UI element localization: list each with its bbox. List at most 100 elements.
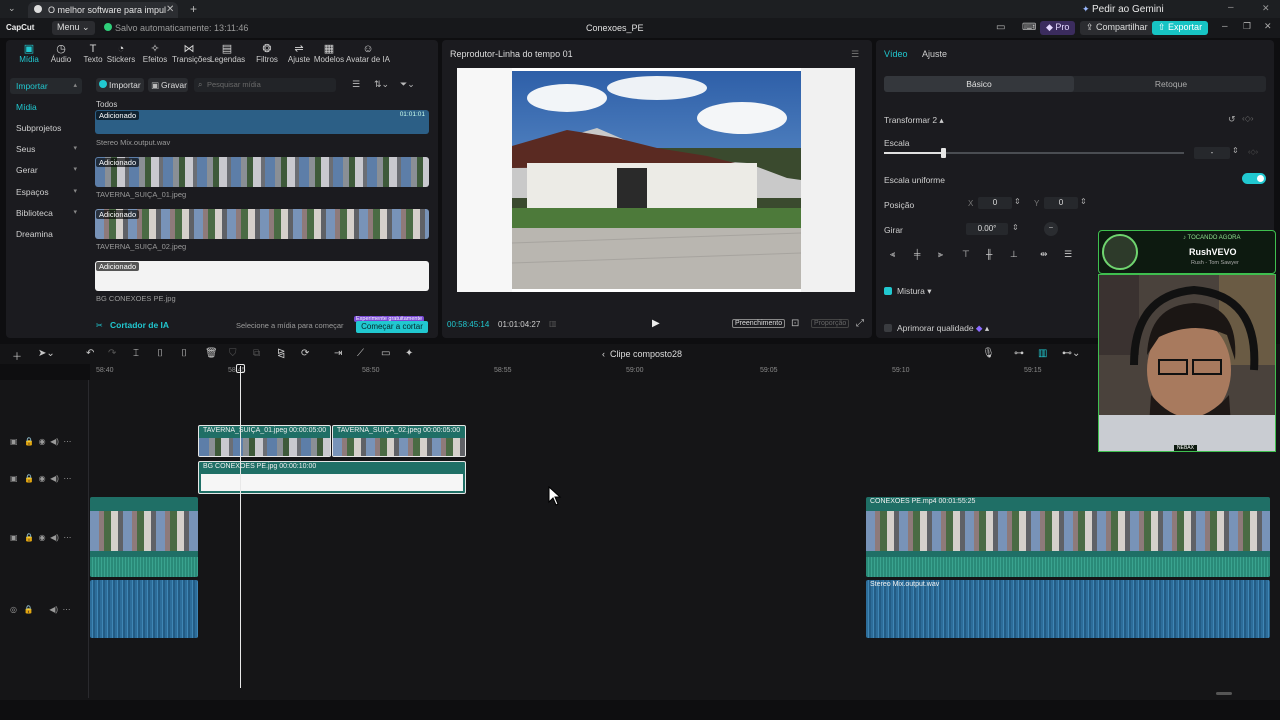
- compound-clip-breadcrumb[interactable]: ‹ Clipe composto28: [602, 349, 682, 359]
- pos-y-stepper-icon[interactable]: ⇕: [1080, 197, 1087, 206]
- volume-icon[interactable]: ◀): [50, 437, 59, 446]
- split-right-icon[interactable]: ⌷: [181, 348, 187, 359]
- mirror-icon[interactable]: ⧎: [277, 348, 285, 359]
- fill-button[interactable]: Preenchimento: [732, 319, 786, 328]
- sidebar-item-biblioteca[interactable]: Biblioteca ▾: [10, 205, 82, 221]
- toolbar-audio-button[interactable]: ◷ Áudio: [44, 43, 78, 64]
- toolbar-captions-button[interactable]: ▤ Legendas: [210, 43, 245, 64]
- distribute-h-icon[interactable]: ⇹: [1040, 249, 1048, 260]
- shield-icon[interactable]: ⛉: [229, 348, 237, 359]
- fullscreen-icon[interactable]: ⤢: [856, 318, 864, 329]
- scale-keyframe-icon[interactable]: ‹◇›: [1248, 148, 1258, 156]
- transform-header[interactable]: Transformar 2 ▴: [884, 115, 944, 126]
- sidebar-item-dreamina[interactable]: Dreamina: [10, 226, 82, 242]
- scale-stepper-icon[interactable]: ⇕: [1232, 146, 1239, 155]
- scale-slider-handle[interactable]: [941, 148, 946, 158]
- position-y-input[interactable]: 0: [1044, 197, 1078, 209]
- play-button[interactable]: ▶: [652, 318, 660, 329]
- delete-icon[interactable]: 🗑: [205, 348, 218, 359]
- pos-x-stepper-icon[interactable]: ⇕: [1014, 197, 1021, 206]
- ratio-button[interactable]: Proporção: [811, 319, 850, 328]
- sidebar-item-espaços[interactable]: Espaços ▾: [10, 184, 82, 200]
- lock-icon[interactable]: 🔒: [24, 533, 34, 542]
- eye-icon[interactable]: ◉: [39, 437, 46, 446]
- position-x-input[interactable]: 0: [978, 197, 1012, 209]
- app-close-icon[interactable]: ✕: [1264, 21, 1272, 32]
- align-top-icon[interactable]: ⊤: [962, 249, 970, 260]
- lock-icon[interactable]: 🔒: [24, 605, 34, 614]
- more-icon[interactable]: ⋯: [62, 605, 70, 614]
- enhance-header[interactable]: Aprimorar qualidade ◆ ▴: [897, 323, 989, 334]
- layout-icon[interactable]: ▭: [996, 22, 1005, 33]
- toolbar-ai-avatar-button[interactable]: ☺ Avatar de IA: [346, 43, 390, 64]
- export-button[interactable]: ⇧ Exportar: [1152, 21, 1209, 35]
- microphone-icon[interactable]: 🎙: [982, 348, 995, 359]
- close-tab-icon[interactable]: ✕: [166, 4, 174, 15]
- toolbar-templates-button[interactable]: ▦ Modelos: [312, 43, 346, 64]
- list-view-icon[interactable]: ☰: [352, 79, 360, 90]
- filter-icon[interactable]: ⏷⌄: [400, 79, 415, 90]
- share-button[interactable]: ⇪ Compartilhar: [1080, 21, 1154, 35]
- window-close-icon[interactable]: ✕: [1262, 3, 1270, 14]
- sidebar-item-gerar[interactable]: Gerar ▾: [10, 162, 82, 178]
- more-icon[interactable]: ⋯: [63, 437, 71, 446]
- link-icon[interactable]: ⊶: [1014, 348, 1024, 359]
- menu-button[interactable]: Menu ⌄: [52, 21, 95, 35]
- sidebar-item-subprojetos[interactable]: Subprojetos: [10, 120, 82, 136]
- timeline-clip-taverna-01[interactable]: TAVERNA_SUIÇA_01.jpeg 00:00:05:00: [198, 425, 331, 457]
- magic-icon[interactable]: ✦: [405, 348, 413, 359]
- rotate-dial[interactable]: –: [1044, 222, 1058, 236]
- more-icon[interactable]: ⋯: [63, 533, 71, 542]
- lock-icon[interactable]: 🔒: [24, 474, 34, 483]
- sidebar-item-mídia[interactable]: Mídia: [10, 99, 82, 115]
- magnet-icon[interactable]: ▥: [1038, 348, 1047, 359]
- eye-icon[interactable]: ◉: [39, 533, 46, 542]
- rotate-clip-icon[interactable]: ⟳: [301, 348, 309, 359]
- gemini-button[interactable]: Pedir ao Gemini: [1092, 4, 1164, 15]
- align-right-icon[interactable]: ⫸: [938, 249, 943, 260]
- align-left-icon[interactable]: ⫷: [890, 249, 895, 260]
- project-title[interactable]: Conexoes_PE: [586, 23, 644, 33]
- blend-header[interactable]: Mistura ▾: [897, 286, 932, 297]
- toolbar-adjust-button[interactable]: ⇌ Ajuste: [282, 43, 316, 64]
- fit-screen-icon[interactable]: ⊡: [791, 318, 799, 329]
- rotate-input[interactable]: 0.00°: [966, 223, 1008, 235]
- new-tab-icon[interactable]: +: [190, 2, 197, 16]
- volume-icon[interactable]: ◀): [50, 533, 59, 542]
- start-cutting-button[interactable]: Começar a cortar: [356, 321, 428, 333]
- sort-icon[interactable]: ⇅⌄: [374, 79, 389, 90]
- media-card-audio[interactable]: Adicionado 01:01:01: [95, 110, 429, 134]
- app-minimize-icon[interactable]: –: [1222, 21, 1228, 32]
- select-tool-icon[interactable]: ➤⌄: [38, 348, 55, 359]
- split-icon[interactable]: ⌶: [133, 348, 139, 359]
- align-center-h-icon[interactable]: ╪: [914, 249, 920, 259]
- snap-icon[interactable]: ⊷⌄: [1062, 348, 1080, 359]
- uniform-scale-toggle[interactable]: [1242, 173, 1266, 184]
- enhance-checkbox[interactable]: [884, 324, 892, 332]
- preview-canvas[interactable]: [457, 68, 855, 292]
- rotate-stepper-icon[interactable]: ⇕: [1012, 223, 1019, 232]
- media-card-taverna-02[interactable]: Adicionado: [95, 209, 429, 239]
- align-bottom-icon[interactable]: ⊥: [1010, 249, 1018, 260]
- media-card-bg[interactable]: Adicionado: [95, 261, 429, 291]
- more-icon[interactable]: ⋯: [63, 474, 71, 483]
- playhead[interactable]: [240, 366, 241, 688]
- reset-icon[interactable]: ↺: [1228, 114, 1236, 125]
- sidebar-item-importar[interactable]: Importar ▴: [10, 78, 82, 94]
- timeline-clip-bg[interactable]: BG CONEXOES PE.jpg 00:00:10:00: [198, 461, 466, 494]
- freeze-icon[interactable]: ⇥: [334, 348, 342, 359]
- timeline-scrollbar[interactable]: [1216, 692, 1232, 695]
- record-button[interactable]: ▣ Gravar: [148, 78, 188, 92]
- eye-icon[interactable]: ◉: [39, 474, 46, 483]
- tab-list-chevron-icon[interactable]: ⌄: [8, 3, 16, 14]
- undo-icon[interactable]: ↶: [86, 348, 94, 359]
- redo-icon[interactable]: ↷: [108, 348, 116, 359]
- tab-adjust[interactable]: Ajuste: [922, 49, 947, 59]
- media-card-taverna-01[interactable]: Adicionado: [95, 157, 429, 187]
- segment-basic[interactable]: Básico: [884, 76, 1074, 92]
- speed-icon[interactable]: ⟋: [357, 348, 364, 359]
- toolbar-transitions-button[interactable]: ⋈ Transições: [172, 43, 211, 64]
- player-menu-icon[interactable]: ☰: [851, 49, 859, 60]
- distribute-v-icon[interactable]: ☰: [1064, 249, 1072, 260]
- tab-video[interactable]: Vídeo: [884, 49, 908, 59]
